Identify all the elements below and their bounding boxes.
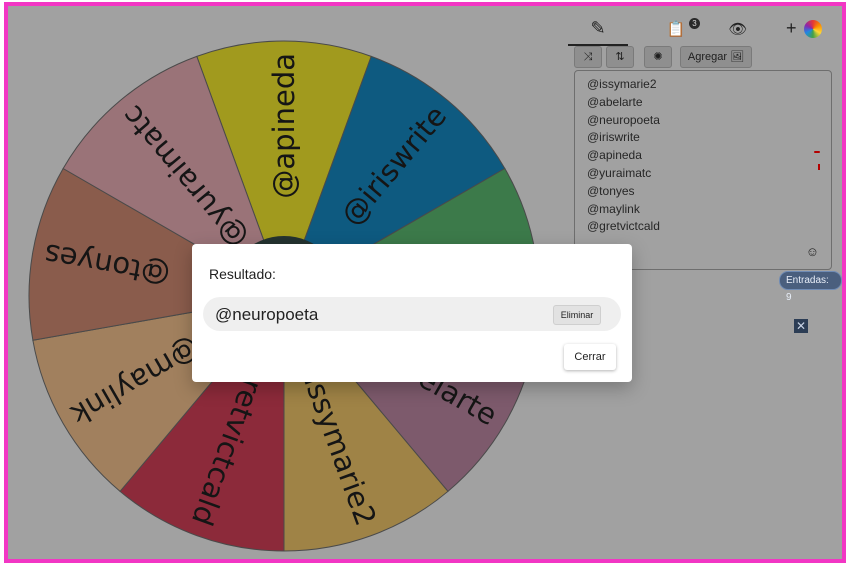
tab-edit[interactable]: ✎ xyxy=(568,18,628,46)
entry-item: @issymarie2 xyxy=(587,77,657,91)
remove-button[interactable]: Eliminar xyxy=(553,305,601,325)
add-image-label: Agregar xyxy=(687,51,728,63)
entry-item: @iriswrite xyxy=(587,130,640,145)
scroll-marker xyxy=(814,151,820,153)
eye-off-icon: 👁 xyxy=(728,21,748,38)
pencil-icon: ✎ xyxy=(590,18,606,38)
scroll-marker xyxy=(818,164,820,170)
dialog-title: Resultado: xyxy=(209,266,276,282)
add-wheel-button[interactable]: + xyxy=(786,18,797,39)
image-icon: 🖼 xyxy=(730,51,745,63)
clipboard-icon: 📋 xyxy=(666,21,686,38)
shuffle-button[interactable]: ⤨ xyxy=(574,46,602,68)
emoji-icon[interactable]: ☺ xyxy=(806,244,819,259)
settings-icon: ✺ xyxy=(653,51,663,63)
result-name: @neuropoeta xyxy=(215,305,319,324)
entry-item: @gretvictcald xyxy=(587,219,660,234)
wheel-segment-label: @apineda xyxy=(267,53,301,199)
result-row: @neuropoeta Eliminar xyxy=(203,297,621,331)
shuffle-icon: ⤨ xyxy=(583,51,593,63)
entry-item: @apineda xyxy=(587,148,642,163)
panel-tabbar: ✎ 📋 3 👁 + xyxy=(568,16,828,46)
tab-hide[interactable]: 👁 xyxy=(708,18,768,44)
entry-item: @abelarte xyxy=(587,94,643,109)
color-wheel-icon[interactable] xyxy=(804,20,822,38)
entry-item: @tonyes xyxy=(587,183,635,198)
result-dialog: Resultado: @neuropoeta Eliminar Cerrar xyxy=(192,244,632,382)
tab-results[interactable]: 📋 3 xyxy=(646,18,706,44)
app-frame: @apineda @iriswrite @abelarte @issymarie2 @g… xyxy=(4,2,846,563)
close-icon[interactable]: ✕ xyxy=(794,319,808,333)
results-badge: 3 xyxy=(689,18,700,29)
settings-button[interactable]: ✺ xyxy=(644,46,672,68)
sort-button[interactable]: ⇅ xyxy=(606,46,634,68)
sort-icon: ⇅ xyxy=(615,51,625,63)
stage: @apineda @iriswrite @abelarte @issymarie2 @g… xyxy=(8,6,842,559)
entry-item: @yuraimatc xyxy=(587,166,652,180)
entries-count-badge: Entradas: 9 xyxy=(779,271,842,303)
entry-item: @maylink xyxy=(587,201,640,216)
add-image-button[interactable]: Agregar 🖼 xyxy=(680,46,752,68)
close-button[interactable]: Cerrar xyxy=(564,344,616,370)
entry-item: @neuropoeta xyxy=(587,112,660,127)
entries-textarea[interactable]: @issymarie2 @abelarte @neuropoeta @iriswrit… xyxy=(574,70,832,270)
